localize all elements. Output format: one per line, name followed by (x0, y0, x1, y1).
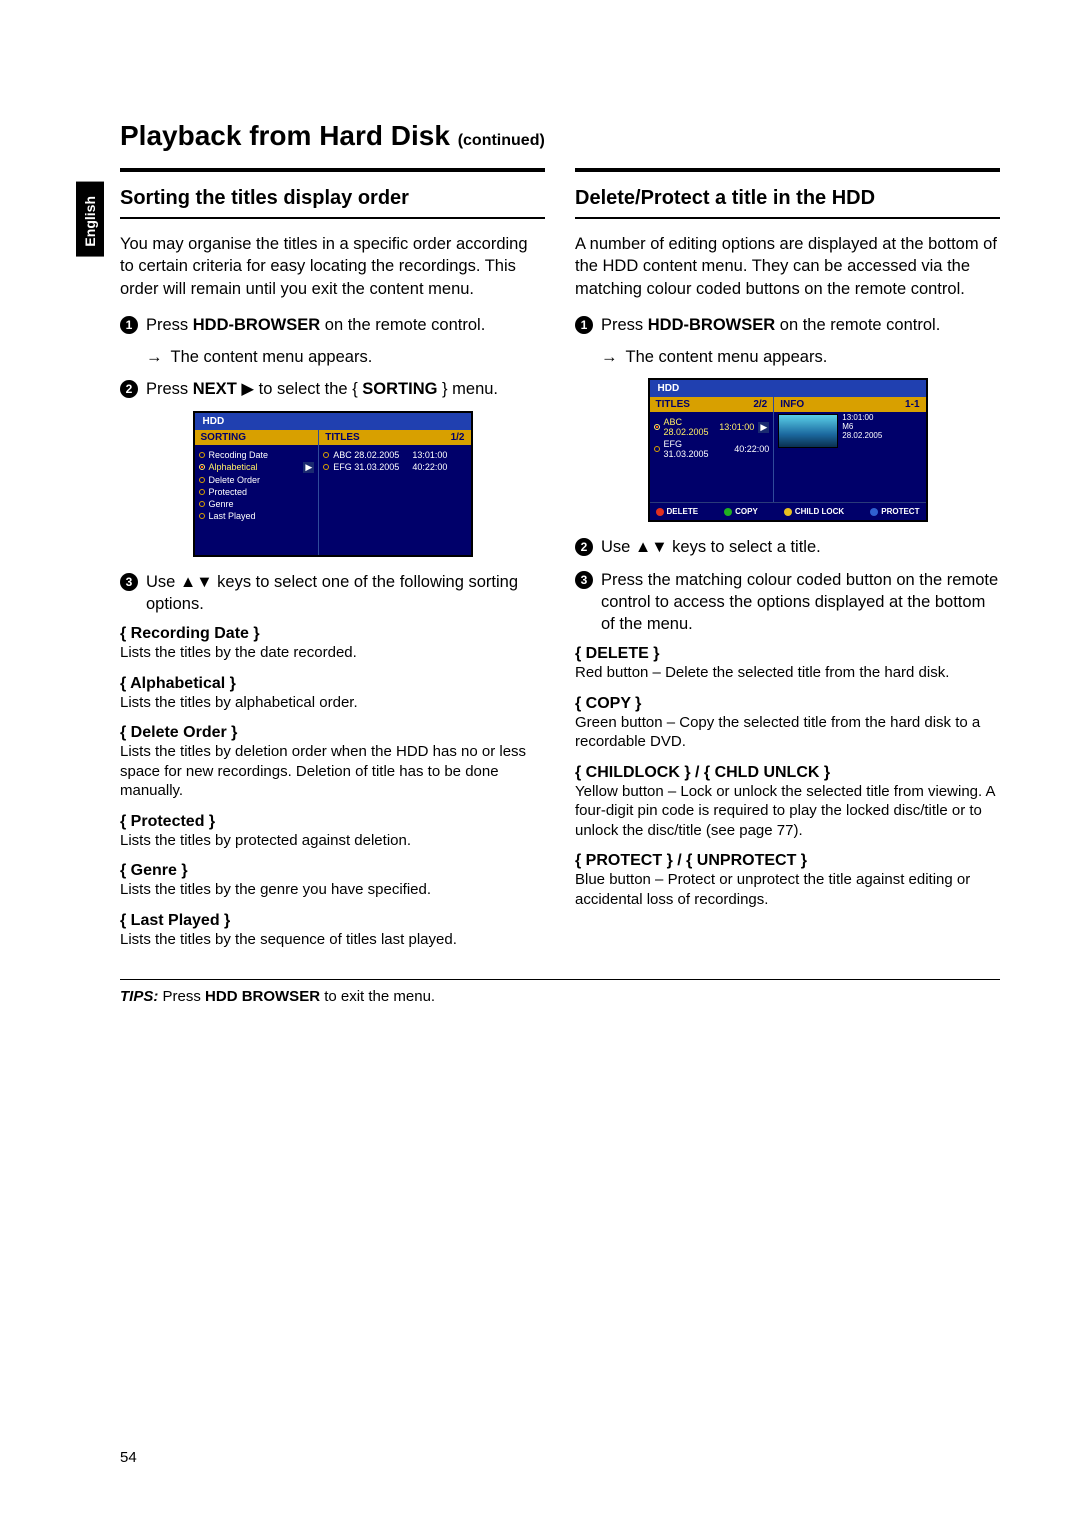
result-1-right: → The content menu appears. (601, 346, 1000, 368)
option-childlock: { CHILDLOCK } / { CHLD UNLCK } Yellow bu… (575, 764, 1000, 841)
section-heading-delete-protect: Delete/Protect a title in the HDD (575, 186, 1000, 211)
page-title-suffix: (continued) (458, 132, 545, 149)
step-1: 1 Press HDD-BROWSER on the remote contro… (120, 314, 545, 336)
option-recording-date: { Recording Date } Lists the titles by t… (120, 625, 545, 663)
step-2-right: 2 Use ▲▼ keys to select a title. (575, 536, 1000, 558)
step-number-3: 3 (120, 573, 138, 591)
arrow-icon: → (601, 346, 618, 368)
option-genre: { Genre } Lists the titles by the genre … (120, 862, 545, 900)
option-last-played: { Last Played } Lists the titles by the … (120, 912, 545, 950)
hdd-sorting-screenshot: HDD SORTING Recoding Date Alphabetical▶ … (193, 411, 473, 557)
step-3: 3 Use ▲▼ keys to select one of the follo… (120, 571, 545, 616)
intro-text: You may organise the titles in a specifi… (120, 233, 545, 300)
page-title-text: Playback from Hard Disk (120, 120, 450, 151)
option-delete-order: { Delete Order } Lists the titles by del… (120, 724, 545, 801)
step-number-1: 1 (120, 316, 138, 334)
thumbnail (778, 414, 838, 448)
page-title: Playback from Hard Disk (continued) (120, 120, 1000, 152)
result-1: → The content menu appears. (146, 346, 545, 368)
step-2: 2 Press NEXT ▶ to select the { SORTING }… (120, 378, 545, 400)
left-column: Sorting the titles display order You may… (120, 168, 545, 961)
right-column: Delete/Protect a title in the HDD A numb… (575, 168, 1000, 961)
step-3-right: 3 Press the matching colour coded button… (575, 569, 1000, 636)
option-alphabetical: { Alphabetical } Lists the titles by alp… (120, 675, 545, 713)
hdd-titles-screenshot: HDD TITLES2/2 ABC 28.02.2005 13:01:00▶ E… (648, 378, 928, 522)
option-copy: { COPY } Green button – Copy the selecte… (575, 695, 1000, 752)
option-protected: { Protected } Lists the titles by protec… (120, 813, 545, 851)
option-protect: { PROTECT } / { UNPROTECT } Blue button … (575, 852, 1000, 909)
page: Playback from Hard Disk (continued) Sort… (0, 0, 1080, 1065)
page-number: 54 (120, 1449, 137, 1466)
fig1-header: HDD (195, 413, 471, 430)
intro-text-right: A number of editing options are displaye… (575, 233, 1000, 300)
step-1-right: 1 Press HDD-BROWSER on the remote contro… (575, 314, 1000, 336)
arrow-icon: → (146, 346, 163, 368)
section-heading-sorting: Sorting the titles display order (120, 186, 545, 211)
tips-footer: TIPS: Press HDD BROWSER to exit the menu… (120, 979, 1000, 1005)
option-delete: { DELETE } Red button – Delete the selec… (575, 645, 1000, 683)
step-number-2: 2 (120, 380, 138, 398)
